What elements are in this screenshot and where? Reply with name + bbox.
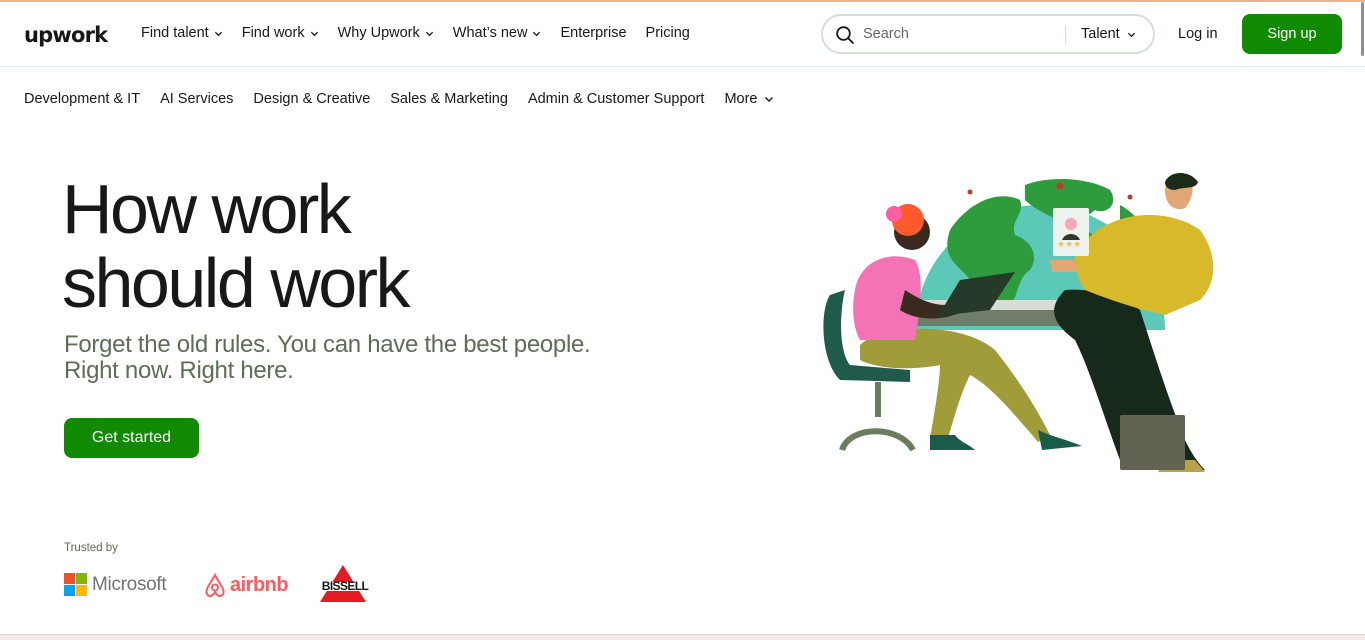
scrollbar[interactable] bbox=[1361, 2, 1364, 56]
main-nav: Find talent Find work Why Upwork What’s … bbox=[141, 25, 709, 41]
hero-subtitle: Forget the old rules. You can have the b… bbox=[64, 332, 664, 384]
more-label: More bbox=[724, 91, 758, 107]
nav-enterprise[interactable]: Enterprise bbox=[560, 25, 626, 41]
search-type-dropdown[interactable]: Talent bbox=[1081, 26, 1136, 42]
site-header: upwork Find talent Find work Why Upwork … bbox=[0, 2, 1365, 67]
category-ai-services[interactable]: AI Services bbox=[160, 91, 233, 107]
chevron-down-icon bbox=[532, 29, 541, 38]
nav-why-upwork[interactable]: Why Upwork bbox=[338, 25, 434, 41]
nav-find-talent[interactable]: Find talent bbox=[141, 25, 223, 41]
nav-label: What’s new bbox=[452, 25, 528, 41]
microsoft-logo: Microsoft bbox=[64, 573, 167, 596]
category-design-creative[interactable]: Design & Creative bbox=[253, 91, 370, 107]
hero-title-line: should work bbox=[62, 244, 411, 322]
search-type-label: Talent bbox=[1081, 26, 1120, 42]
search-input[interactable] bbox=[863, 23, 1063, 45]
bissell-wordmark: BISSELL bbox=[321, 579, 369, 593]
microsoft-wordmark: Microsoft bbox=[92, 573, 167, 595]
login-link[interactable]: Log in bbox=[1178, 26, 1218, 42]
logo-text: upwork bbox=[24, 23, 108, 47]
search-divider bbox=[1065, 26, 1066, 44]
hero-subtitle-line: Forget the old rules. You can have the b… bbox=[64, 331, 591, 358]
signup-button[interactable]: Sign up bbox=[1242, 14, 1342, 54]
trusted-by-label: Trusted by bbox=[64, 542, 118, 554]
nav-label: Why Upwork bbox=[337, 25, 420, 41]
nav-pricing[interactable]: Pricing bbox=[646, 25, 690, 41]
airbnb-wordmark: airbnb bbox=[230, 573, 289, 596]
svg-text:★★★: ★★★ bbox=[1057, 240, 1081, 250]
airbnb-belo-icon bbox=[205, 572, 225, 597]
bissell-logo: BISSELL bbox=[316, 564, 374, 604]
search-bar: Talent bbox=[821, 14, 1155, 54]
hero-illustration-svg: ★★★ bbox=[823, 173, 1214, 472]
search-icon[interactable] bbox=[835, 25, 855, 45]
category-sales-marketing[interactable]: Sales & Marketing bbox=[390, 91, 508, 107]
nav-label: Find work bbox=[241, 25, 305, 41]
chevron-down-icon bbox=[1127, 30, 1136, 39]
category-more[interactable]: More bbox=[724, 91, 774, 107]
nav-whats-new[interactable]: What’s new bbox=[453, 25, 542, 41]
get-started-button[interactable]: Get started bbox=[64, 418, 199, 458]
chevron-down-icon bbox=[310, 29, 319, 38]
hero-title: How work should work bbox=[62, 172, 582, 320]
category-admin-support[interactable]: Admin & Customer Support bbox=[528, 91, 705, 107]
hero-subtitle-line: Right now. Right here. bbox=[64, 357, 294, 384]
chevron-down-icon bbox=[764, 94, 774, 104]
nav-label: Find talent bbox=[141, 25, 209, 41]
chevron-down-icon bbox=[425, 29, 434, 38]
category-bar: Development & IT AI Services Design & Cr… bbox=[24, 91, 794, 107]
category-development-it[interactable]: Development & IT bbox=[24, 91, 140, 107]
hero-title-line: How work bbox=[62, 170, 352, 248]
chevron-down-icon bbox=[214, 29, 223, 38]
nav-label: Pricing bbox=[645, 25, 690, 41]
microsoft-squares-icon bbox=[64, 573, 87, 596]
bottom-banner-edge bbox=[0, 634, 1365, 640]
airbnb-logo: airbnb bbox=[203, 572, 289, 598]
nav-find-work[interactable]: Find work bbox=[242, 25, 319, 41]
upwork-logo[interactable]: upwork bbox=[24, 21, 108, 49]
nav-label: Enterprise bbox=[560, 25, 627, 41]
hero-illustration: ★★★ bbox=[820, 160, 1280, 480]
